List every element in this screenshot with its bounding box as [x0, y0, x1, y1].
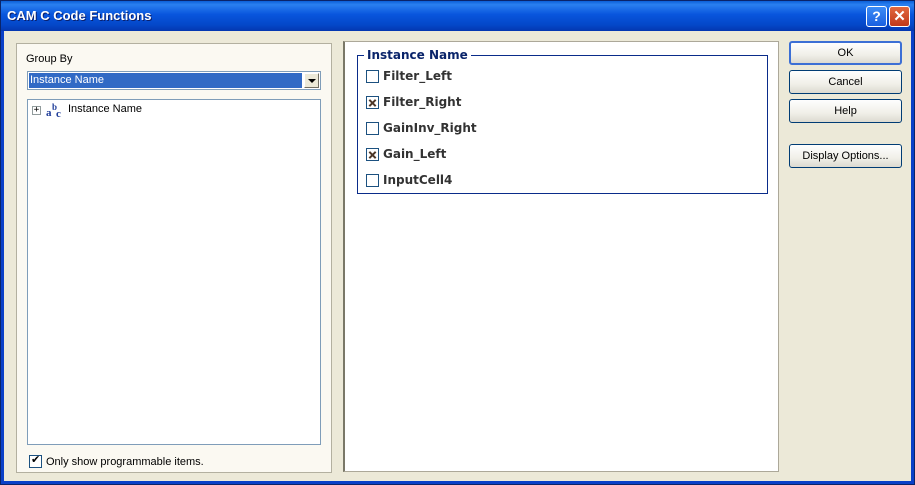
instance-tree[interactable]: + abc Instance Name: [27, 99, 321, 445]
gain-left-checkbox[interactable]: [366, 148, 379, 161]
display-options-button[interactable]: Display Options...: [789, 144, 902, 168]
ok-button[interactable]: OK: [789, 41, 902, 65]
gaininv-right-label: GainInv_Right: [383, 121, 477, 135]
window-border-right: [911, 31, 914, 484]
only-programmable-label: Only show programmable items.: [46, 456, 204, 468]
filter-right-checkbox[interactable]: [366, 96, 379, 109]
close-button[interactable]: ✕: [889, 6, 910, 27]
text-field-icon: abc: [46, 102, 61, 120]
dialog-window: CAM C Code Functions ? ✕ Group By Instan…: [0, 0, 915, 485]
groupbox-title: Instance Name: [364, 48, 471, 62]
only-programmable-checkbox[interactable]: [29, 453, 42, 468]
title-bar: CAM C Code Functions ? ✕: [1, 1, 914, 31]
expand-icon[interactable]: +: [32, 106, 41, 115]
instance-list-panel: Instance Name Filter_Left Filter_Right G…: [343, 41, 779, 472]
filter-right-label: Filter_Right: [383, 95, 462, 109]
filter-left-label: Filter_Left: [383, 69, 452, 83]
inputcell4-checkbox[interactable]: [366, 174, 379, 187]
tree-node-label: Instance Name: [68, 103, 142, 115]
group-by-selected-value: Instance Name: [29, 73, 302, 88]
group-by-label: Group By: [26, 53, 73, 65]
group-by-dropdown[interactable]: Instance Name: [27, 71, 321, 90]
inputcell4-label: InputCell4: [383, 173, 453, 187]
cancel-button[interactable]: Cancel: [789, 70, 902, 94]
window-title: CAM C Code Functions: [7, 8, 152, 23]
gaininv-right-checkbox[interactable]: [366, 122, 379, 135]
window-border-left: [1, 31, 4, 484]
group-by-panel: Group By Instance Name + abc Instance Na…: [16, 43, 332, 473]
help-button[interactable]: Help: [789, 99, 902, 123]
chevron-down-icon[interactable]: [304, 73, 319, 88]
help-title-button[interactable]: ?: [866, 6, 887, 27]
filter-left-checkbox[interactable]: [366, 70, 379, 83]
instance-name-groupbox: Instance Name Filter_Left Filter_Right G…: [357, 48, 768, 194]
window-border-bottom: [1, 481, 914, 484]
gain-left-label: Gain_Left: [383, 147, 447, 161]
